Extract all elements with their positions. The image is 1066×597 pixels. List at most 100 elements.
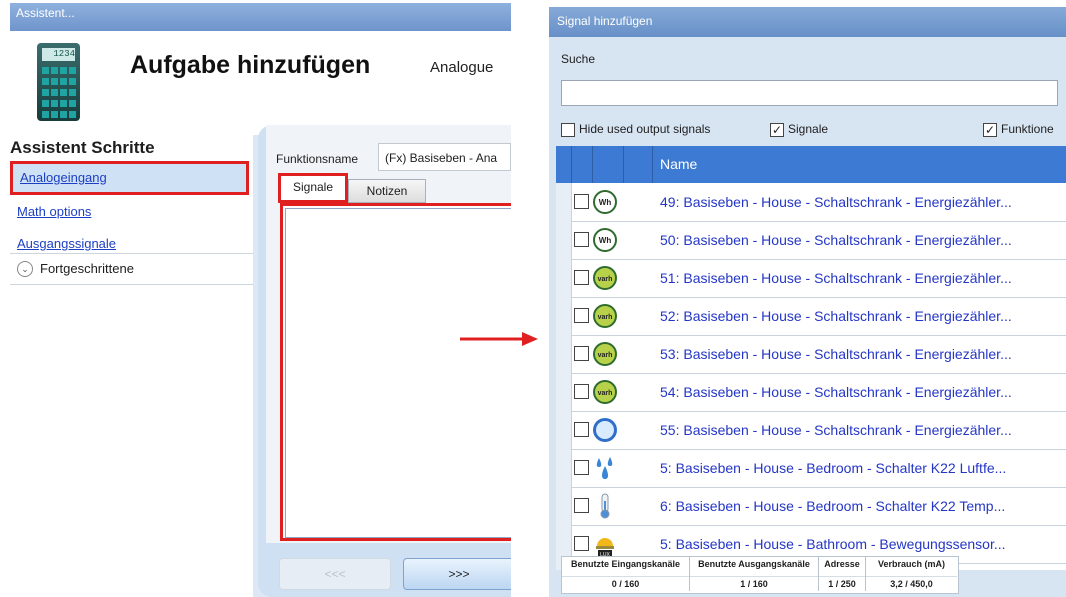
row-selector[interactable] (556, 373, 572, 411)
red-arrow-icon (460, 332, 538, 346)
steps-heading: Assistent Schritte (10, 138, 155, 157)
calculator-icon: 1234 (37, 43, 80, 121)
signal-name[interactable]: 54: Basiseben - House - Schaltschrank - … (660, 373, 1012, 411)
row-checkbox[interactable] (574, 346, 589, 361)
row-checkbox[interactable] (574, 498, 589, 513)
row-selector[interactable] (556, 183, 572, 221)
signals-list-area[interactable] (285, 208, 511, 538)
table-row[interactable]: varh 54: Basiseben - House - Schaltschran… (556, 373, 1066, 412)
row-selector[interactable] (556, 487, 572, 525)
function-name-field[interactable]: (Fx) Basiseben - Ana (378, 143, 511, 171)
search-input[interactable] (561, 80, 1058, 106)
filter-label: Funktione (1001, 122, 1054, 136)
chevron-down-icon: ⌄ (17, 261, 33, 277)
header: 1234 Aufgabe hinzufügen Analogue (10, 31, 511, 135)
svg-text:varh: varh (598, 276, 613, 283)
row-checkbox[interactable] (574, 384, 589, 399)
window-title: Assistent... (10, 3, 511, 31)
function-name-label: Funktionsname (276, 152, 359, 166)
next-button[interactable]: >>> (403, 558, 511, 590)
tab-signale[interactable]: Signale (278, 173, 348, 203)
svg-text:varh: varh (598, 352, 613, 359)
energy-meter-varh-icon: varh (591, 340, 619, 368)
status-header: Verbrauch (mA) (877, 559, 946, 569)
grid-header: Name (556, 146, 1066, 183)
row-checkbox[interactable] (574, 536, 589, 551)
status-cell: Benutzte Eingangskanäle 0 / 160 (562, 557, 690, 591)
window-title: Signal hinzufügen (549, 7, 1066, 37)
row-checkbox[interactable] (574, 308, 589, 323)
row-selector[interactable] (556, 259, 572, 297)
status-value: 1 / 160 (690, 576, 818, 589)
assistant-window: Assistent... 1234 Aufgabe hinzufügen Ana… (10, 3, 511, 597)
status-value: 1 / 250 (819, 576, 865, 589)
row-checkbox[interactable] (574, 422, 589, 437)
status-cell: Adresse 1 / 250 (819, 557, 866, 591)
signal-name[interactable]: 55: Basiseben - House - Schaltschrank - … (660, 411, 1012, 449)
lux-sensor-icon: LUX (591, 530, 619, 558)
table-row[interactable]: varh 53: Basiseben - House - Schaltschran… (556, 335, 1066, 374)
generic-meter-icon (591, 416, 619, 444)
svg-text:Wh: Wh (599, 236, 612, 245)
table-row[interactable]: varh 51: Basiseben - House - Schaltschran… (556, 259, 1066, 298)
signal-name[interactable]: 5: Basiseben - House - Bedroom - Schalte… (660, 449, 1006, 487)
thermometer-icon (591, 492, 619, 520)
status-cell: Benutzte Ausgangskanäle 1 / 160 (690, 557, 819, 591)
filter-label: Hide used output signals (579, 122, 711, 136)
svg-text:Wh: Wh (599, 198, 612, 207)
checkbox-checked-icon[interactable]: ✓ (983, 123, 997, 137)
energy-meter-varh-icon: varh (591, 264, 619, 292)
signal-name[interactable]: 49: Basiseben - House - Schaltschrank - … (660, 183, 1012, 221)
content-panel: Funktionsname (Fx) Basiseben - Ana Signa… (258, 125, 511, 597)
step-math-options[interactable]: Math options (10, 195, 249, 229)
signal-name[interactable]: 53: Basiseben - House - Schaltschrank - … (660, 335, 1012, 373)
signal-name[interactable]: 51: Basiseben - House - Schaltschrank - … (660, 259, 1012, 297)
signals-tab-content (280, 203, 511, 541)
header-cell (572, 146, 593, 183)
signal-grid: Name Wh 49: Basiseben - House - Schaltsch… (556, 146, 1066, 570)
status-header: Benutzte Eingangskanäle (570, 559, 681, 569)
row-checkbox[interactable] (574, 270, 589, 285)
search-label: Suche (561, 52, 596, 66)
table-row[interactable]: 5: Basiseben - House - Bedroom - Schalte… (556, 449, 1066, 488)
row-checkbox[interactable] (574, 194, 589, 209)
filter-label: Signale (788, 122, 829, 136)
signal-name[interactable]: 52: Basiseben - House - Schaltschrank - … (660, 297, 1012, 335)
energy-meter-wh-icon: Wh (591, 188, 619, 216)
energy-meter-wh-icon: Wh (591, 226, 619, 254)
row-selector[interactable] (556, 449, 572, 487)
advanced-label: Fortgeschrittene (40, 261, 134, 276)
signal-name[interactable]: 50: Basiseben - House - Schaltschrank - … (660, 221, 1012, 259)
row-selector[interactable] (556, 221, 572, 259)
previous-button[interactable]: <<< (279, 558, 391, 590)
page-title: Aufgabe hinzufügen (130, 51, 371, 79)
status-header: Adresse (824, 559, 860, 569)
page-subtitle: Analogue (430, 59, 494, 76)
row-selector[interactable] (556, 335, 572, 373)
tab-notizen[interactable]: Notizen (348, 179, 426, 203)
checkbox-icon[interactable] (561, 123, 575, 137)
row-selector[interactable] (556, 411, 572, 449)
table-row[interactable]: Wh 49: Basiseben - House - Schaltschrank … (556, 183, 1066, 222)
energy-meter-varh-icon: varh (591, 302, 619, 330)
row-selector[interactable] (556, 297, 572, 335)
advanced-expander[interactable]: ⌄ Fortgeschrittene (10, 253, 253, 285)
table-row[interactable]: 55: Basiseben - House - Schaltschrank - … (556, 411, 1066, 450)
energy-meter-varh-icon: varh (591, 378, 619, 406)
checkbox-checked-icon[interactable]: ✓ (770, 123, 784, 137)
wizard-steps-panel: Assistent Schritte Analogeingang Math op… (10, 135, 253, 597)
status-value: 0 / 160 (562, 576, 689, 589)
header-cell (556, 146, 572, 183)
row-checkbox[interactable] (574, 460, 589, 475)
humidity-icon (591, 454, 619, 482)
table-row[interactable]: varh 52: Basiseben - House - Schaltschran… (556, 297, 1066, 336)
status-cell: Verbrauch (mA) 3,2 / 450,0 (866, 557, 957, 591)
table-row[interactable]: 6: Basiseben - House - Bedroom - Schalte… (556, 487, 1066, 526)
table-row[interactable]: Wh 50: Basiseben - House - Schaltschrank … (556, 221, 1066, 260)
column-header-name[interactable]: Name (660, 156, 697, 172)
step-analogeingang[interactable]: Analogeingang (10, 161, 249, 195)
row-checkbox[interactable] (574, 232, 589, 247)
signal-name[interactable]: 6: Basiseben - House - Bedroom - Schalte… (660, 487, 1005, 525)
add-signal-window: Signal hinzufügen Suche Hide used output… (549, 7, 1066, 597)
svg-text:varh: varh (598, 390, 613, 397)
